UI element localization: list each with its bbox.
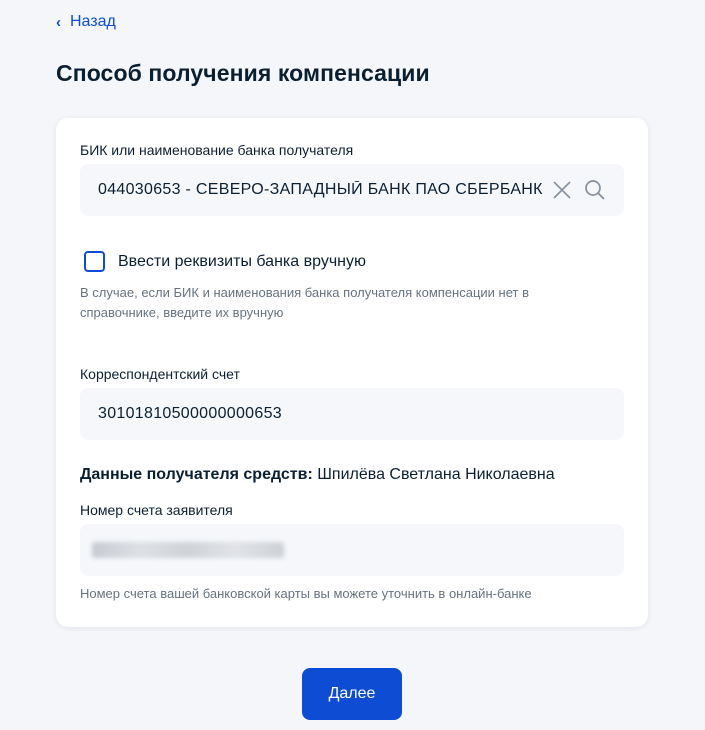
bank-input-value: 044030653 - СЕВЕРО-ЗАПАДНЫЙ БАНК ПАО СБЕ… xyxy=(98,181,544,198)
manual-bank-hint: В случае, если БИК и наименования банка … xyxy=(80,285,529,320)
corr-account-input[interactable]: 30101810500000000653 xyxy=(80,388,624,440)
back-link[interactable]: ‹ Назад xyxy=(56,13,116,31)
corr-account-label: Корреспондентский счет xyxy=(80,366,240,382)
blurred-account-value xyxy=(92,542,284,558)
next-button[interactable]: Далее xyxy=(302,668,402,720)
manual-bank-checkbox-row[interactable]: Ввести реквизиты банка вручную xyxy=(84,251,366,272)
back-link-label: Назад xyxy=(70,13,116,30)
search-icon[interactable] xyxy=(584,179,606,201)
clear-icon[interactable] xyxy=(552,180,572,200)
recipient-label: Данные получателя средств: xyxy=(80,466,313,483)
chevron-left-icon: ‹ xyxy=(56,13,61,31)
manual-bank-checkbox-label: Ввести реквизиты банка вручную xyxy=(118,252,366,270)
bank-input[interactable]: 044030653 - СЕВЕРО-ЗАПАДНЫЙ БАНК ПАО СБЕ… xyxy=(80,164,624,216)
recipient-name: Шпилёва Светлана Николаевна xyxy=(317,466,555,483)
manual-bank-checkbox[interactable] xyxy=(84,251,105,272)
bank-field-label: БИК или наименование банка получателя xyxy=(80,142,354,158)
account-number-hint: Номер счета вашей банковской карты вы мо… xyxy=(80,586,532,601)
page-title: Способ получения компенсации xyxy=(56,60,430,86)
account-number-label: Номер счета заявителя xyxy=(80,502,233,518)
account-number-input[interactable] xyxy=(80,524,624,576)
corr-account-value: 30101810500000000653 xyxy=(98,405,282,422)
recipient-info: Данные получателя средств: Шпилёва Светл… xyxy=(80,466,555,484)
compensation-form-card: БИК или наименование банка получателя 04… xyxy=(56,118,648,627)
